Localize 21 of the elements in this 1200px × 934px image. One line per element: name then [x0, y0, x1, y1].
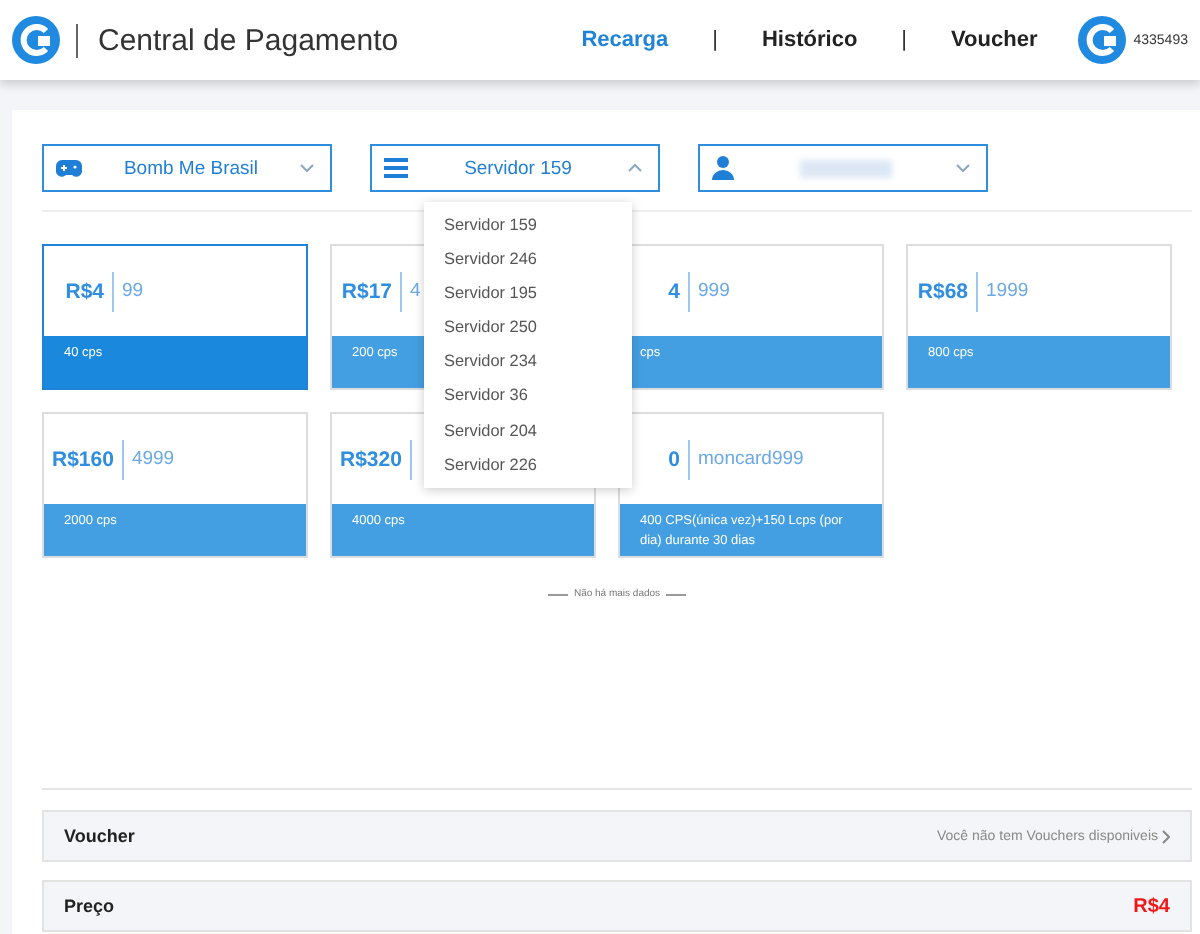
package-amount: 999	[696, 280, 730, 302]
select-value: Bomb Me Brasil	[121, 157, 261, 179]
nav-separator: |	[712, 28, 718, 52]
package-price: R$320	[340, 439, 412, 479]
package-amount: 1999	[984, 280, 1029, 302]
app-title: Central de Pagamento	[76, 23, 399, 57]
package-price: R$160	[52, 439, 124, 479]
package-price: 4	[628, 271, 690, 311]
package-price: 0	[628, 439, 690, 479]
package-price: R$4	[52, 271, 114, 311]
package-price: R$17	[340, 271, 402, 311]
package-amount: 4999	[129, 448, 175, 470]
package-price: R$68	[916, 271, 978, 311]
row-label: Preço	[64, 896, 115, 916]
package-amount: 99	[120, 280, 144, 302]
package-amount: 4	[408, 280, 421, 302]
price-value: R$4	[1133, 895, 1170, 917]
nav-separator: |	[901, 28, 908, 52]
package-amount: moncard999	[696, 448, 804, 470]
row-label: Voucher	[64, 826, 135, 846]
select-value: Servidor 159	[462, 157, 574, 179]
